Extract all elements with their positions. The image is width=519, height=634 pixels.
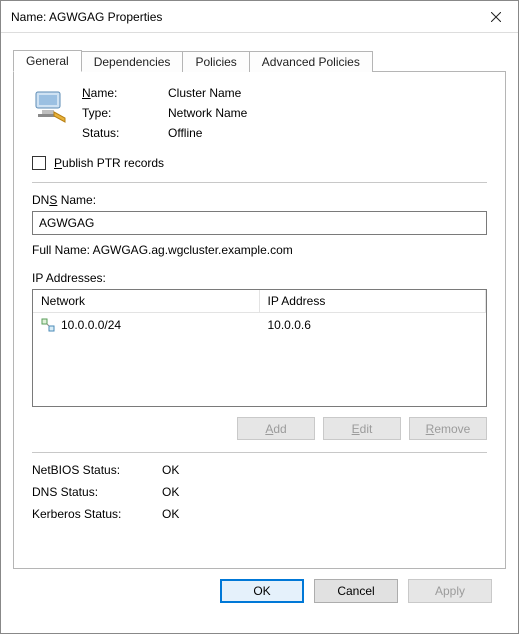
tab-general[interactable]: General [13,50,82,72]
tab-policies[interactable]: Policies [182,51,249,72]
tab-panel-general: Name: Cluster Name Type: Network Name St… [13,71,506,569]
remove-button[interactable]: Remove [409,417,487,440]
separator-2 [32,452,487,453]
ip-addresses-label: IP Addresses: [32,271,487,285]
edit-button[interactable]: Edit [323,417,401,440]
close-icon [491,12,501,22]
tab-dependencies[interactable]: Dependencies [81,51,184,72]
titlebar: Name: AGWGAG Properties [1,1,518,33]
ok-button[interactable]: OK [220,579,304,603]
ip-addresses-table: Network IP Address 10.0.0.0/24 10.0.0.6 [32,289,487,407]
netbios-status-value: OK [162,463,487,477]
column-header-network[interactable]: Network [33,290,260,312]
status-label: Status: [82,126,162,140]
tab-strip: General Dependencies Policies Advanced P… [13,47,506,71]
dns-name-input[interactable] [32,211,487,235]
name-value: Cluster Name [168,86,247,100]
kerberos-status-value: OK [162,507,487,521]
cancel-button[interactable]: Cancel [314,579,398,603]
table-row[interactable]: 10.0.0.0/24 10.0.0.6 [33,313,486,337]
publish-ptr-checkbox[interactable] [32,156,46,170]
publish-ptr-label: Publish PTR records [54,156,164,170]
dns-status-label: DNS Status: [32,485,162,499]
tab-advanced-policies[interactable]: Advanced Policies [249,51,373,72]
cell-network: 10.0.0.0/24 [61,318,121,332]
type-label: Type: [82,106,162,120]
resource-icon [32,86,82,124]
type-value: Network Name [168,106,247,120]
separator [32,182,487,183]
dns-name-label: DNS Name: [32,193,487,207]
status-value: Offline [168,126,247,140]
cell-ip: 10.0.0.6 [268,318,311,332]
netbios-status-label: NetBIOS Status: [32,463,162,477]
add-button[interactable]: Add [237,417,315,440]
window-title: Name: AGWGAG Properties [11,10,162,24]
full-name-text: Full Name: AGWGAG.ag.wgcluster.example.c… [32,243,487,257]
dns-status-value: OK [162,485,487,499]
close-button[interactable] [474,1,518,33]
name-label: Name: [82,86,162,100]
apply-button[interactable]: Apply [408,579,492,603]
column-header-ip[interactable]: IP Address [260,290,487,312]
kerberos-status-label: Kerberos Status: [32,507,162,521]
network-icon [41,318,55,332]
